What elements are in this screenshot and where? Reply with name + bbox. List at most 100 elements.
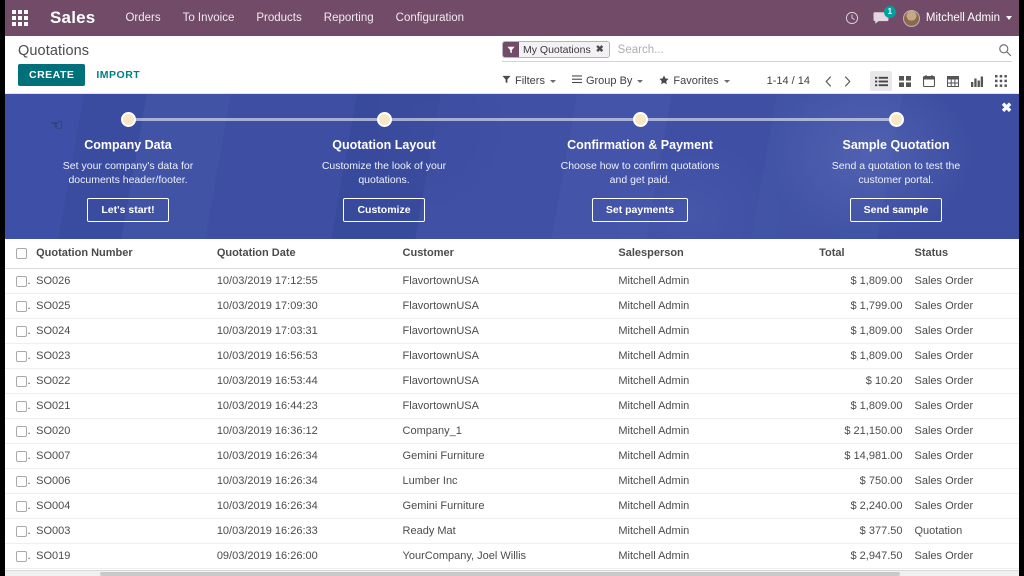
row-checkbox[interactable] [16,475,27,487]
cell-total[interactable]: $ 1,809.00 [813,318,909,344]
column-header-customer[interactable]: Customer [396,239,613,269]
cell-customer[interactable]: FlavortownUSA [396,393,613,419]
cell-salesperson[interactable]: Mitchell Admin [612,418,814,444]
table-row[interactable]: SO006 10/03/2019 16:26:34 Lumber Inc Mitche… [0,468,1024,494]
cell-status[interactable]: Quotation [908,518,1024,544]
activity-view-button[interactable] [990,71,1012,91]
cell-quotation-date[interactable]: 10/03/2019 16:56:53 [210,343,397,369]
cell-quotation-number[interactable]: SO021 [30,393,211,419]
table-row[interactable]: SO025 10/03/2019 17:09:30 FlavortownUSA Mit… [0,293,1024,319]
scrollbar-thumb[interactable] [100,572,900,576]
table-row[interactable]: SO023 10/03/2019 16:56:53 FlavortownUSA Mit… [0,343,1024,369]
cell-quotation-number[interactable]: SO020 [30,418,211,444]
table-row[interactable]: SO004 10/03/2019 16:26:34 Gemini Furniture… [0,493,1024,519]
calendar-view-button[interactable] [918,71,940,91]
groupby-dropdown[interactable]: Group By [571,75,644,87]
search-facet-my-quotations[interactable]: My Quotations ✖ [502,41,610,58]
cell-salesperson[interactable]: Mitchell Admin [612,343,814,369]
column-header-quotation-number[interactable]: Quotation Number [30,239,211,269]
table-row[interactable]: SO022 10/03/2019 16:53:44 FlavortownUSA Mit… [0,368,1024,394]
horizontal-scrollbar[interactable] [5,570,1019,576]
cell-quotation-number[interactable]: SO019 [30,543,211,569]
cell-quotation-date[interactable]: 10/03/2019 17:09:30 [210,293,397,319]
cell-salesperson[interactable]: Mitchell Admin [612,443,814,469]
app-brand-title[interactable]: Sales [50,8,95,28]
search-input[interactable] [609,43,998,56]
cell-status[interactable]: Sales Order [908,418,1024,444]
column-header-total[interactable]: Total [813,239,909,269]
cell-quotation-date[interactable]: 10/03/2019 17:12:55 [210,268,397,294]
list-view-button[interactable] [870,71,892,91]
cell-status[interactable]: Sales Order [908,393,1024,419]
pager-next-button[interactable] [839,73,856,90]
pager-previous-button[interactable] [820,73,837,90]
cell-total[interactable]: $ 1,799.00 [813,293,909,319]
cell-quotation-date[interactable]: 10/03/2019 16:36:12 [210,418,397,444]
cell-quotation-date[interactable]: 10/03/2019 17:03:31 [210,318,397,344]
banner-close-icon[interactable]: ✖ [1001,101,1012,114]
cell-quotation-number[interactable]: SO022 [30,368,211,394]
cell-customer[interactable]: Ready Mat [396,518,613,544]
row-checkbox[interactable] [16,425,27,437]
step-action-button[interactable]: Set payments [591,198,689,223]
cell-status[interactable]: Sales Order [908,493,1024,519]
cell-quotation-number[interactable]: SO006 [30,468,211,494]
cell-total[interactable]: $ 1,809.00 [813,393,909,419]
cell-customer[interactable]: Lumber Inc [396,468,613,494]
clock-icon[interactable] [845,11,859,25]
row-checkbox[interactable] [16,400,27,412]
messages-button[interactable]: 1 [873,6,896,25]
cell-total[interactable]: $ 1,809.00 [813,343,909,369]
cell-quotation-date[interactable]: 10/03/2019 16:53:44 [210,368,397,394]
cell-quotation-number[interactable]: SO007 [30,443,211,469]
cell-quotation-date[interactable]: 10/03/2019 16:26:33 [210,518,397,544]
table-row[interactable]: SO007 10/03/2019 16:26:34 Gemini Furniture… [0,443,1024,469]
cell-status[interactable]: Sales Order [908,368,1024,394]
graph-view-button[interactable] [966,71,988,91]
cell-status[interactable]: Sales Order [908,293,1024,319]
row-checkbox[interactable] [16,500,27,512]
menu-item-to-invoice[interactable]: To Invoice [181,8,237,28]
create-button[interactable]: CREATE [18,64,86,86]
cell-customer[interactable]: FlavortownUSA [396,318,613,344]
cell-salesperson[interactable]: Mitchell Admin [612,393,814,419]
row-checkbox[interactable] [16,300,27,312]
row-checkbox[interactable] [16,550,27,562]
column-header-status[interactable]: Status [908,239,1024,269]
cell-salesperson[interactable]: Mitchell Admin [612,543,814,569]
cell-customer[interactable]: FlavortownUSA [396,368,613,394]
menu-item-configuration[interactable]: Configuration [394,8,466,28]
pivot-view-button[interactable] [942,71,964,91]
cell-quotation-number[interactable]: SO023 [30,343,211,369]
cell-customer[interactable]: Gemini Furniture [396,493,613,519]
cell-quotation-number[interactable]: SO025 [30,293,211,319]
table-row[interactable]: SO020 10/03/2019 16:36:12 Company_1 Mitchel… [0,418,1024,444]
favorites-dropdown[interactable]: Favorites [659,75,730,88]
cell-status[interactable]: Sales Order [908,268,1024,294]
filters-dropdown[interactable]: Filters [502,75,556,87]
row-checkbox[interactable] [16,450,27,462]
menu-item-products[interactable]: Products [254,8,303,28]
apps-grid-icon[interactable] [8,6,32,30]
cell-total[interactable]: $ 377.50 [813,518,909,544]
step-action-button[interactable]: Send sample [849,198,943,223]
user-menu[interactable]: Mitchell Admin [902,9,1012,27]
select-all-checkbox[interactable] [16,247,27,259]
table-row[interactable]: SO024 10/03/2019 17:03:31 FlavortownUSA Mit… [0,318,1024,344]
column-header-salesperson[interactable]: Salesperson [612,239,814,269]
cell-total[interactable]: $ 1,809.00 [813,268,909,294]
import-button[interactable]: IMPORT [96,69,140,81]
cell-status[interactable]: Sales Order [908,543,1024,569]
cell-quotation-date[interactable]: 10/03/2019 16:26:34 [210,468,397,494]
cell-quotation-date[interactable]: 10/03/2019 16:26:34 [210,493,397,519]
row-checkbox[interactable] [16,325,27,337]
cell-customer[interactable]: FlavortownUSA [396,293,613,319]
step-action-button[interactable]: Customize [343,198,425,223]
cell-status[interactable]: Sales Order [908,343,1024,369]
row-checkbox[interactable] [16,275,27,287]
cell-quotation-date[interactable]: 10/03/2019 16:26:34 [210,443,397,469]
magnifier-icon[interactable] [998,43,1012,57]
cell-status[interactable]: Sales Order [908,318,1024,344]
menu-item-orders[interactable]: Orders [123,8,162,28]
cell-total[interactable]: $ 10.20 [813,368,909,394]
